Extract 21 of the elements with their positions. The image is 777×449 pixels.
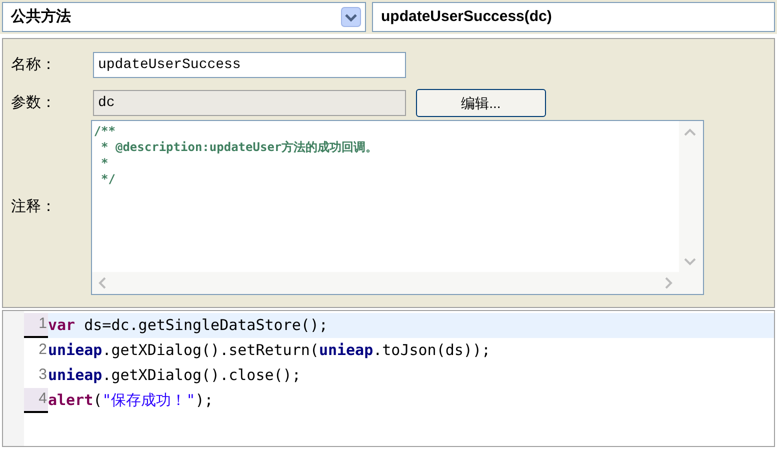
method-type-value: 公共方法 [11,6,71,27]
method-type-dropdown[interactable]: 公共方法 [2,2,366,32]
code-line: alert("保存成功！"); [48,390,214,412]
params-field[interactable]: dc [93,90,406,116]
code-editor[interactable]: 1var ds=dc.getSingleDataStore(); 2unieap.getXDialog().setReturn(unieap.toJson(ds)); 3unieap.getXDialog().close(); 4alert("保存成功！"); [2,310,775,447]
code-line: unieap.getXDialog().setReturn(unieap.toJson(ds)); [48,340,491,362]
dropdown-caret-icon [341,7,361,27]
line-number: 1 [24,313,48,338]
code-line: var ds=dc.getSingleDataStore(); [48,315,328,336]
code-line: unieap.getXDialog().close(); [48,365,301,386]
name-field[interactable]: updateUserSuccess [93,52,406,78]
horizontal-scrollbar[interactable] [92,272,703,294]
comment-label: 注释： [11,197,57,218]
vertical-scrollbar[interactable] [679,121,703,272]
comment-textarea[interactable]: /** * @description:updateUser方法的成功回调。 * */ [90,120,704,295]
line-number: 4 [24,388,48,413]
edit-button[interactable]: 编辑... [416,89,546,117]
comment-text: /** * @description:updateUser方法的成功回调。 * */ [92,123,379,188]
method-signature-field[interactable]: updateUserSuccess(dc) [372,2,775,32]
params-label: 参数： [11,92,57,113]
name-label: 名称： [11,54,57,75]
